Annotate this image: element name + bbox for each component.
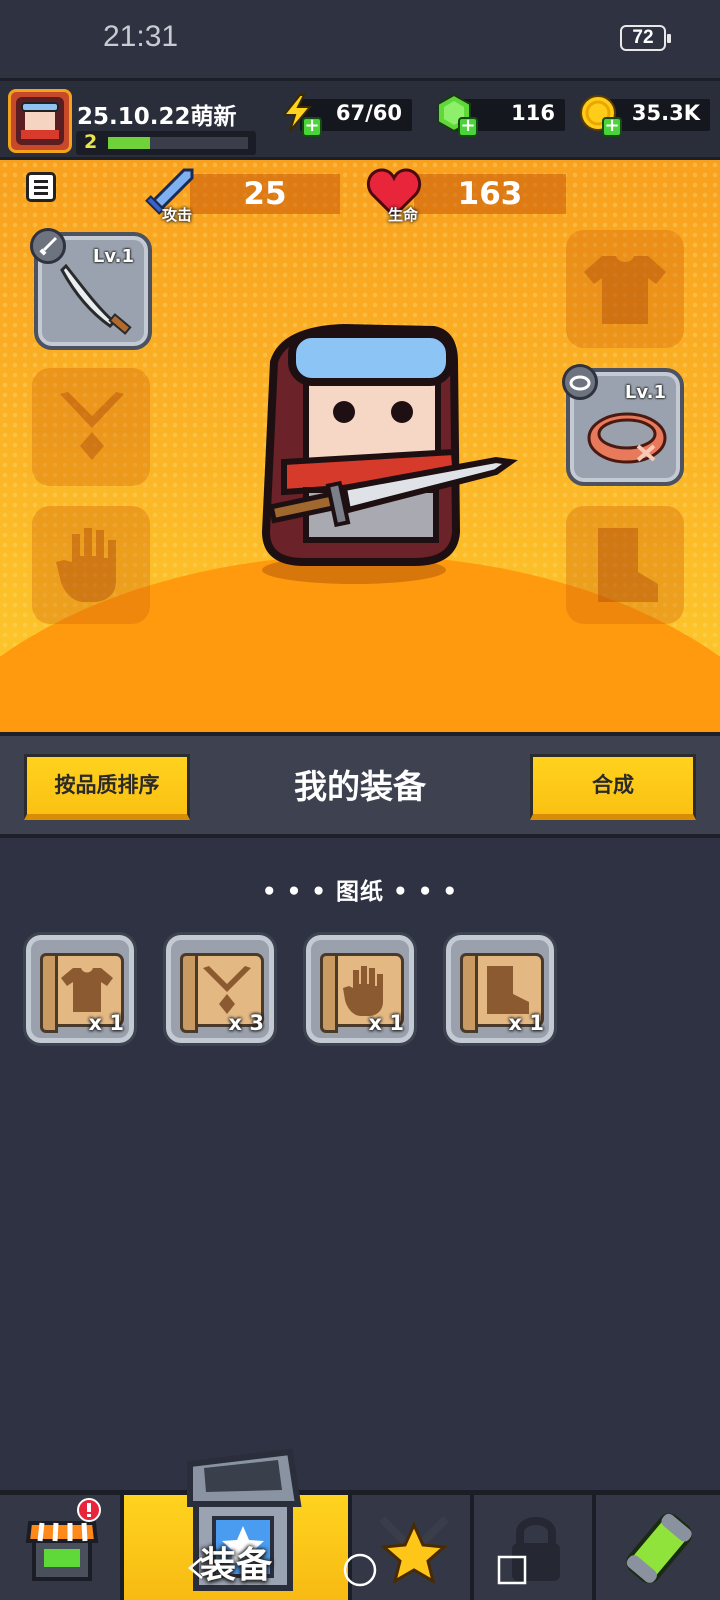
craft-button[interactable]: 合成	[530, 754, 696, 820]
battle-star-icon	[379, 1516, 449, 1585]
resource-header: 25.10.22萌新 2 67/60 + 116 + 35.3K +	[0, 78, 720, 160]
necklace-icon	[60, 392, 124, 460]
player-name: 25.10.22萌新	[77, 104, 237, 130]
nav-dna[interactable]	[596, 1495, 720, 1600]
add-gem-button[interactable]: +	[434, 93, 478, 137]
player-level-bar: 2	[76, 131, 256, 155]
boot-slot[interactable]	[566, 506, 684, 624]
nav-shop[interactable]	[0, 1495, 124, 1600]
system-back-icon[interactable]	[186, 1556, 206, 1580]
blueprint-item[interactable]: x 3	[163, 932, 277, 1046]
character-panel: 25 攻击 163 生命 Lv.1 Lv.1	[0, 160, 720, 732]
status-bar: 21:31 72	[0, 0, 720, 78]
item-count: x 1	[88, 1011, 124, 1035]
bracelet-level: Lv.1	[624, 382, 666, 403]
plus-icon: +	[458, 117, 478, 137]
bracelet-icon	[587, 412, 667, 464]
energy-value: 67/60	[335, 101, 402, 125]
gold-value: 35.3K	[631, 101, 700, 125]
clock: 21:31	[103, 20, 179, 53]
necklace-slot[interactable]	[32, 368, 150, 486]
equipment-toolbar: 按品质排序 我的装备 合成	[0, 732, 720, 838]
system-home-icon[interactable]	[342, 1552, 378, 1588]
player-level: 2	[84, 131, 98, 153]
armor-slot[interactable]	[566, 230, 684, 348]
hp-stat: 163	[414, 174, 566, 214]
bracelet-type-badge	[562, 364, 598, 400]
armor-icon	[584, 256, 666, 324]
glove-blueprint-icon	[343, 966, 383, 1016]
necklace-blueprint-icon	[203, 966, 251, 1014]
dna-capsule-icon	[626, 1513, 693, 1584]
notification-alert-icon	[77, 1498, 101, 1522]
glove-slot[interactable]	[32, 506, 150, 624]
gem-value: 116	[511, 101, 555, 125]
attack-label: 攻击	[162, 206, 193, 224]
system-recents-icon[interactable]	[496, 1554, 528, 1586]
glove-icon	[56, 528, 116, 602]
armor-blueprint-icon	[61, 968, 113, 1012]
hp-label: 生命	[388, 206, 419, 224]
inventory-panel: • • • 图纸 • • • x 1 x 3 x 1 x 1	[0, 838, 720, 1490]
weapon-slot[interactable]: Lv.1	[30, 228, 152, 350]
item-count: x 1	[368, 1011, 404, 1035]
add-gold-button[interactable]: +	[578, 93, 622, 137]
hero-character[interactable]	[244, 312, 524, 592]
item-count: x 3	[228, 1011, 264, 1035]
plus-icon: +	[602, 117, 622, 137]
xp-fill	[108, 137, 150, 149]
plus-icon: +	[302, 117, 322, 137]
item-count: x 1	[508, 1011, 544, 1035]
hp-value: 163	[457, 176, 523, 212]
attack-stat: 25	[190, 174, 340, 214]
nav-locked[interactable]	[474, 1495, 596, 1600]
battery-indicator: 72	[620, 25, 671, 51]
add-energy-button[interactable]: +	[278, 93, 322, 137]
blueprints-section-title: • • • 图纸 • • •	[261, 879, 459, 905]
scimitar-icon	[60, 263, 132, 335]
xp-track	[108, 137, 248, 149]
attack-value: 25	[243, 176, 287, 212]
menu-list-button[interactable]	[26, 172, 56, 202]
player-avatar[interactable]	[8, 89, 72, 153]
bracelet-slot[interactable]: Lv.1	[562, 364, 684, 486]
nav-equipment-label: 装备	[200, 1545, 273, 1586]
blueprint-item[interactable]: x 1	[443, 932, 557, 1046]
blueprint-item[interactable]: x 1	[23, 932, 137, 1046]
blueprint-item[interactable]: x 1	[303, 932, 417, 1046]
boot-blueprint-icon	[487, 966, 529, 1014]
ring-icon	[569, 375, 591, 391]
boot-icon	[598, 528, 658, 602]
